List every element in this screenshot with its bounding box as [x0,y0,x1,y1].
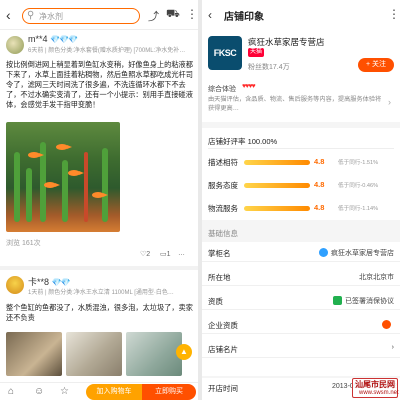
info-value [382,320,394,329]
shop-icon[interactable]: ⌂ [8,386,14,397]
star-icon[interactable]: ☆ [60,386,69,397]
diamond-icon: 💎💎 [51,278,71,287]
shop-logo: FKSC [208,36,242,70]
review-text: 按比例倒进网上稍显着到鱼缸水变稍，好像鱼身上的粘液都下来了，水草上面挂着粘稠物，… [6,60,193,109]
basic-info-list: 掌柜名 疯狂水草家居专营店 所在地 北京北京市 资质 已签署消保协议 企业资质 … [202,242,400,376]
bottom-action-bar: ⌂ ☺ ☆ 加入购物车 立即购买 [0,382,198,400]
shield-icon [333,296,342,305]
review-photo[interactable] [126,332,182,376]
rating-description: 由天猫评估，含品质、物流、售后服务等内容，提高服务体验将获得更高… [208,96,382,112]
search-icon: ⚲ [27,10,35,21]
score-value: 4.8 [314,203,325,212]
more-vertical-icon[interactable]: ⋮ [388,7,400,21]
top-bar: ‹ ⚲ 净水剂 ⤴ ⛟ ⋮ [0,0,198,30]
watermark-text: 汕尾市民网 [355,380,395,389]
divider [208,148,394,149]
fish-shape [28,152,44,158]
arrow-circle-icon [382,320,391,329]
info-key: 店铺名片 [208,345,238,354]
follow-button[interactable]: + 关注 [358,58,394,72]
share-icon[interactable]: ⤴ [148,8,159,24]
list-item: 所在地 北京北京市 [202,266,400,286]
score-label: 服务态度 [208,181,238,190]
like-button[interactable]: ♡2 [140,250,150,258]
list-item[interactable]: 资质 已签署消保协议 [202,290,400,310]
add-to-cart-button[interactable]: 加入购物车 [86,384,142,400]
score-label: 物流服务 [208,204,238,213]
comment-button[interactable]: ▭1 [160,250,171,258]
avatar[interactable] [6,36,24,54]
search-input[interactable]: ⚲ 净水剂 [22,8,140,24]
score-compare: 低于同行-0.46% [338,183,379,189]
reviewer-name: m**4 💎💎💎 [28,34,78,44]
review-meta: 6天前 | 颜色分类:净水套餐(赠水质护理) [700ML:净水免补… [28,48,186,54]
list-item[interactable]: 店铺名片 › [202,338,400,358]
more-vertical-icon[interactable]: ⋮ [186,7,198,21]
info-value: 北京北京市 [359,274,394,281]
fans-count: 粉丝数17.4万 [248,64,290,71]
review-photo[interactable] [66,332,122,376]
score-bar [244,160,310,165]
fish-shape [92,192,108,198]
score-value: 4.8 [314,180,325,189]
shop-impression-panel: ‹ 店铺印象 ⋮ FKSC 疯狂水草家居专营店 天猫 粉丝数17.4万 + 关注… [202,0,400,400]
search-placeholder: 净水剂 [39,12,63,21]
fish-shape [56,144,72,150]
service-icon[interactable]: ☺ [34,386,44,397]
back-arrow-icon[interactable]: ‹ [6,7,11,23]
more-button[interactable]: … [178,250,185,257]
plant-shape [26,168,32,222]
scroll-top-icon[interactable]: ▲ [176,344,192,360]
info-value: 已签署消保协议 [333,296,394,306]
score-bar [244,183,310,188]
rating-label: 综合体验 [208,86,236,93]
chat-icon [319,248,328,257]
watermark-url: www.swsm.net [359,390,399,396]
fish-shape [44,182,60,188]
review-photo[interactable] [6,332,62,376]
score-value: 4.8 [314,157,325,166]
section-title: 基础信息 [208,229,238,238]
info-value: 疯狂水草家居专营店 [319,248,394,258]
tmall-badge: 天猫 [248,48,264,57]
shop-name: 疯狂水草家居专营店 [248,37,325,47]
plant-shape [102,148,108,222]
chevron-right-icon[interactable]: › [388,97,391,107]
fish-shape [68,170,84,176]
product-review-panel: ‹ ⚲ 净水剂 ⤴ ⛟ ⋮ m**4 💎💎💎 6天前 | 颜色分类:净水套餐(赠… [0,0,198,400]
watermark-logo: 汕尾市民网 www.swsm.net [352,378,399,398]
diamond-icon: 💎💎💎 [50,35,78,44]
divider [0,266,198,270]
back-arrow-icon[interactable]: ‹ [208,8,212,22]
review-meta: 1天前 | 颜色分类:净水王水立清 1100ML [通用型·白色… [28,290,174,296]
info-key: 资质 [208,297,223,306]
buy-now-button[interactable]: 立即购买 [142,384,196,400]
review-text: 整个鱼缸的鱼都没了，水质混浊，很多泡，太垃圾了，卖家还不负责 [6,303,193,322]
plant-shape [14,152,20,222]
avatar[interactable] [6,276,24,294]
info-key: 掌柜名 [208,249,231,258]
cart-icon[interactable]: ⛟ [166,8,180,22]
good-rate: 店铺好评率 100.00% [208,137,278,146]
score-bar [244,206,310,211]
info-key: 企业资质 [208,321,238,330]
heater-shape [84,152,88,222]
score-label: 描述相符 [208,158,238,167]
info-key: 所在地 [208,273,231,282]
info-key: 开店时间 [208,384,238,393]
heart-icon: ♥♥♥♥ [242,83,256,90]
chevron-right-icon: › [391,344,394,351]
list-item[interactable]: 企业资质 [202,314,400,334]
score-compare: 低于同行-1.14% [338,206,379,212]
list-item[interactable]: 掌柜名 疯狂水草家居专营店 [202,242,400,262]
view-count: 浏览 161次 [6,240,41,247]
score-compare: 低于同行-1.51% [338,160,379,166]
page-title: 店铺印象 [224,12,264,23]
plant-shape [62,160,68,222]
review-photo[interactable] [6,122,120,232]
